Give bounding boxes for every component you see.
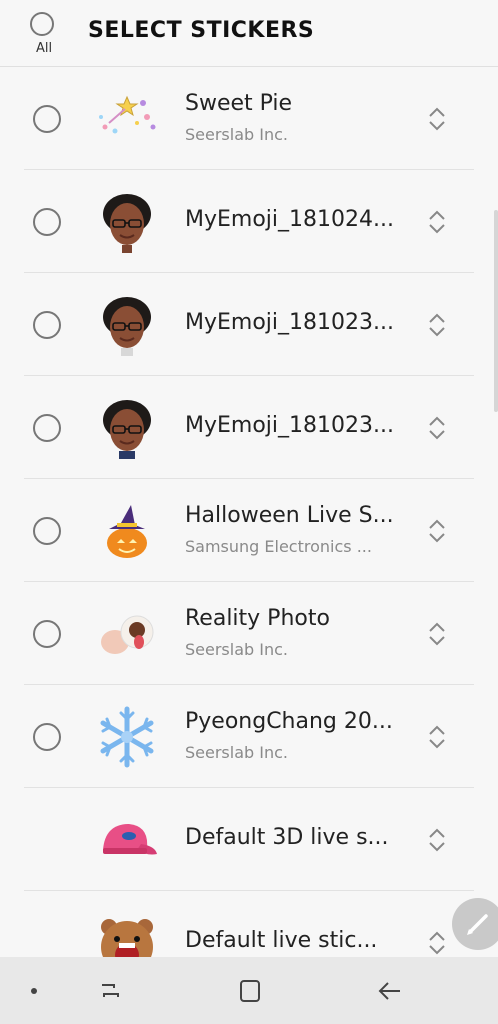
avatar-emoji — [103, 297, 151, 356]
reorder-handle-icon[interactable] — [426, 723, 448, 751]
sticker-publisher: Samsung Electronics ... — [185, 537, 372, 556]
select-all-checkbox[interactable]: All — [28, 10, 60, 60]
sticker-row[interactable]: Default 3D live s... — [0, 788, 498, 891]
dot-indicator-icon — [31, 988, 37, 994]
sparkle-wand-icon — [99, 95, 156, 134]
reorder-handle-icon[interactable] — [426, 517, 448, 545]
page-title: SELECT STICKERS — [88, 18, 315, 43]
avatar-emoji — [103, 194, 151, 253]
sticker-name: Sweet Pie — [185, 91, 293, 116]
reorder-handle-icon[interactable] — [426, 620, 448, 648]
sticker-row[interactable]: Sweet Pie Seerslab Inc. — [0, 67, 498, 170]
row-checkbox[interactable] — [33, 620, 61, 648]
sticker-row[interactable]: MyEmoji_181024... — [0, 170, 498, 273]
sticker-name: MyEmoji_181023... — [185, 413, 394, 438]
sticker-name: MyEmoji_181024... — [185, 207, 394, 232]
scroll-indicator[interactable] — [494, 210, 498, 412]
sticker-row[interactable]: MyEmoji_181023... — [0, 273, 498, 376]
row-checkbox[interactable] — [33, 723, 61, 751]
reorder-handle-icon[interactable] — [426, 929, 448, 957]
reality-photo-icon — [101, 615, 154, 654]
reorder-handle-icon[interactable] — [426, 826, 448, 854]
sticker-row[interactable]: MyEmoji_181023... — [0, 376, 498, 479]
row-checkbox[interactable] — [33, 414, 61, 442]
select-all-circle[interactable] — [30, 12, 54, 36]
sticker-name: Reality Photo — [185, 606, 330, 631]
pumpkin-witch-hat-icon — [107, 505, 147, 558]
avatar-emoji — [103, 400, 151, 459]
row-checkbox[interactable] — [33, 517, 61, 545]
back-button[interactable] — [376, 977, 404, 1005]
header-bar: All SELECT STICKERS — [0, 0, 498, 67]
reorder-handle-icon[interactable] — [426, 414, 448, 442]
recents-button[interactable] — [98, 977, 126, 1005]
system-nav-bar — [0, 957, 498, 1024]
sticker-name: MyEmoji_181023... — [185, 310, 394, 335]
row-checkbox[interactable] — [33, 105, 61, 133]
sticker-row[interactable]: Reality Photo Seerslab Inc. — [0, 582, 498, 685]
sticker-publisher: Seerslab Inc. — [185, 125, 288, 144]
sticker-list: Sweet Pie Seerslab Inc. MyEmoji_181024..… — [0, 67, 498, 994]
reorder-handle-icon[interactable] — [426, 105, 448, 133]
sticker-name: Halloween Live S... — [185, 503, 394, 528]
pencil-icon — [467, 914, 488, 935]
select-all-label: All — [35, 41, 53, 56]
pink-cap-icon — [103, 824, 157, 855]
home-button[interactable] — [236, 977, 264, 1005]
row-checkbox[interactable] — [33, 311, 61, 339]
sticker-row[interactable]: PyeongChang 20... Seerslab Inc. — [0, 685, 498, 788]
snowflake-icon — [100, 706, 154, 768]
sticker-name: Default 3D live s... — [185, 825, 389, 850]
reorder-handle-icon[interactable] — [426, 311, 448, 339]
row-checkbox[interactable] — [33, 208, 61, 236]
reorder-handle-icon[interactable] — [426, 208, 448, 236]
sticker-name: PyeongChang 20... — [185, 709, 393, 734]
sticker-row[interactable]: Halloween Live S... Samsung Electronics … — [0, 479, 498, 582]
sticker-name: Default live stic... — [185, 928, 378, 953]
sticker-publisher: Seerslab Inc. — [185, 640, 288, 659]
edit-fab[interactable] — [452, 898, 498, 950]
sticker-publisher: Seerslab Inc. — [185, 743, 288, 762]
